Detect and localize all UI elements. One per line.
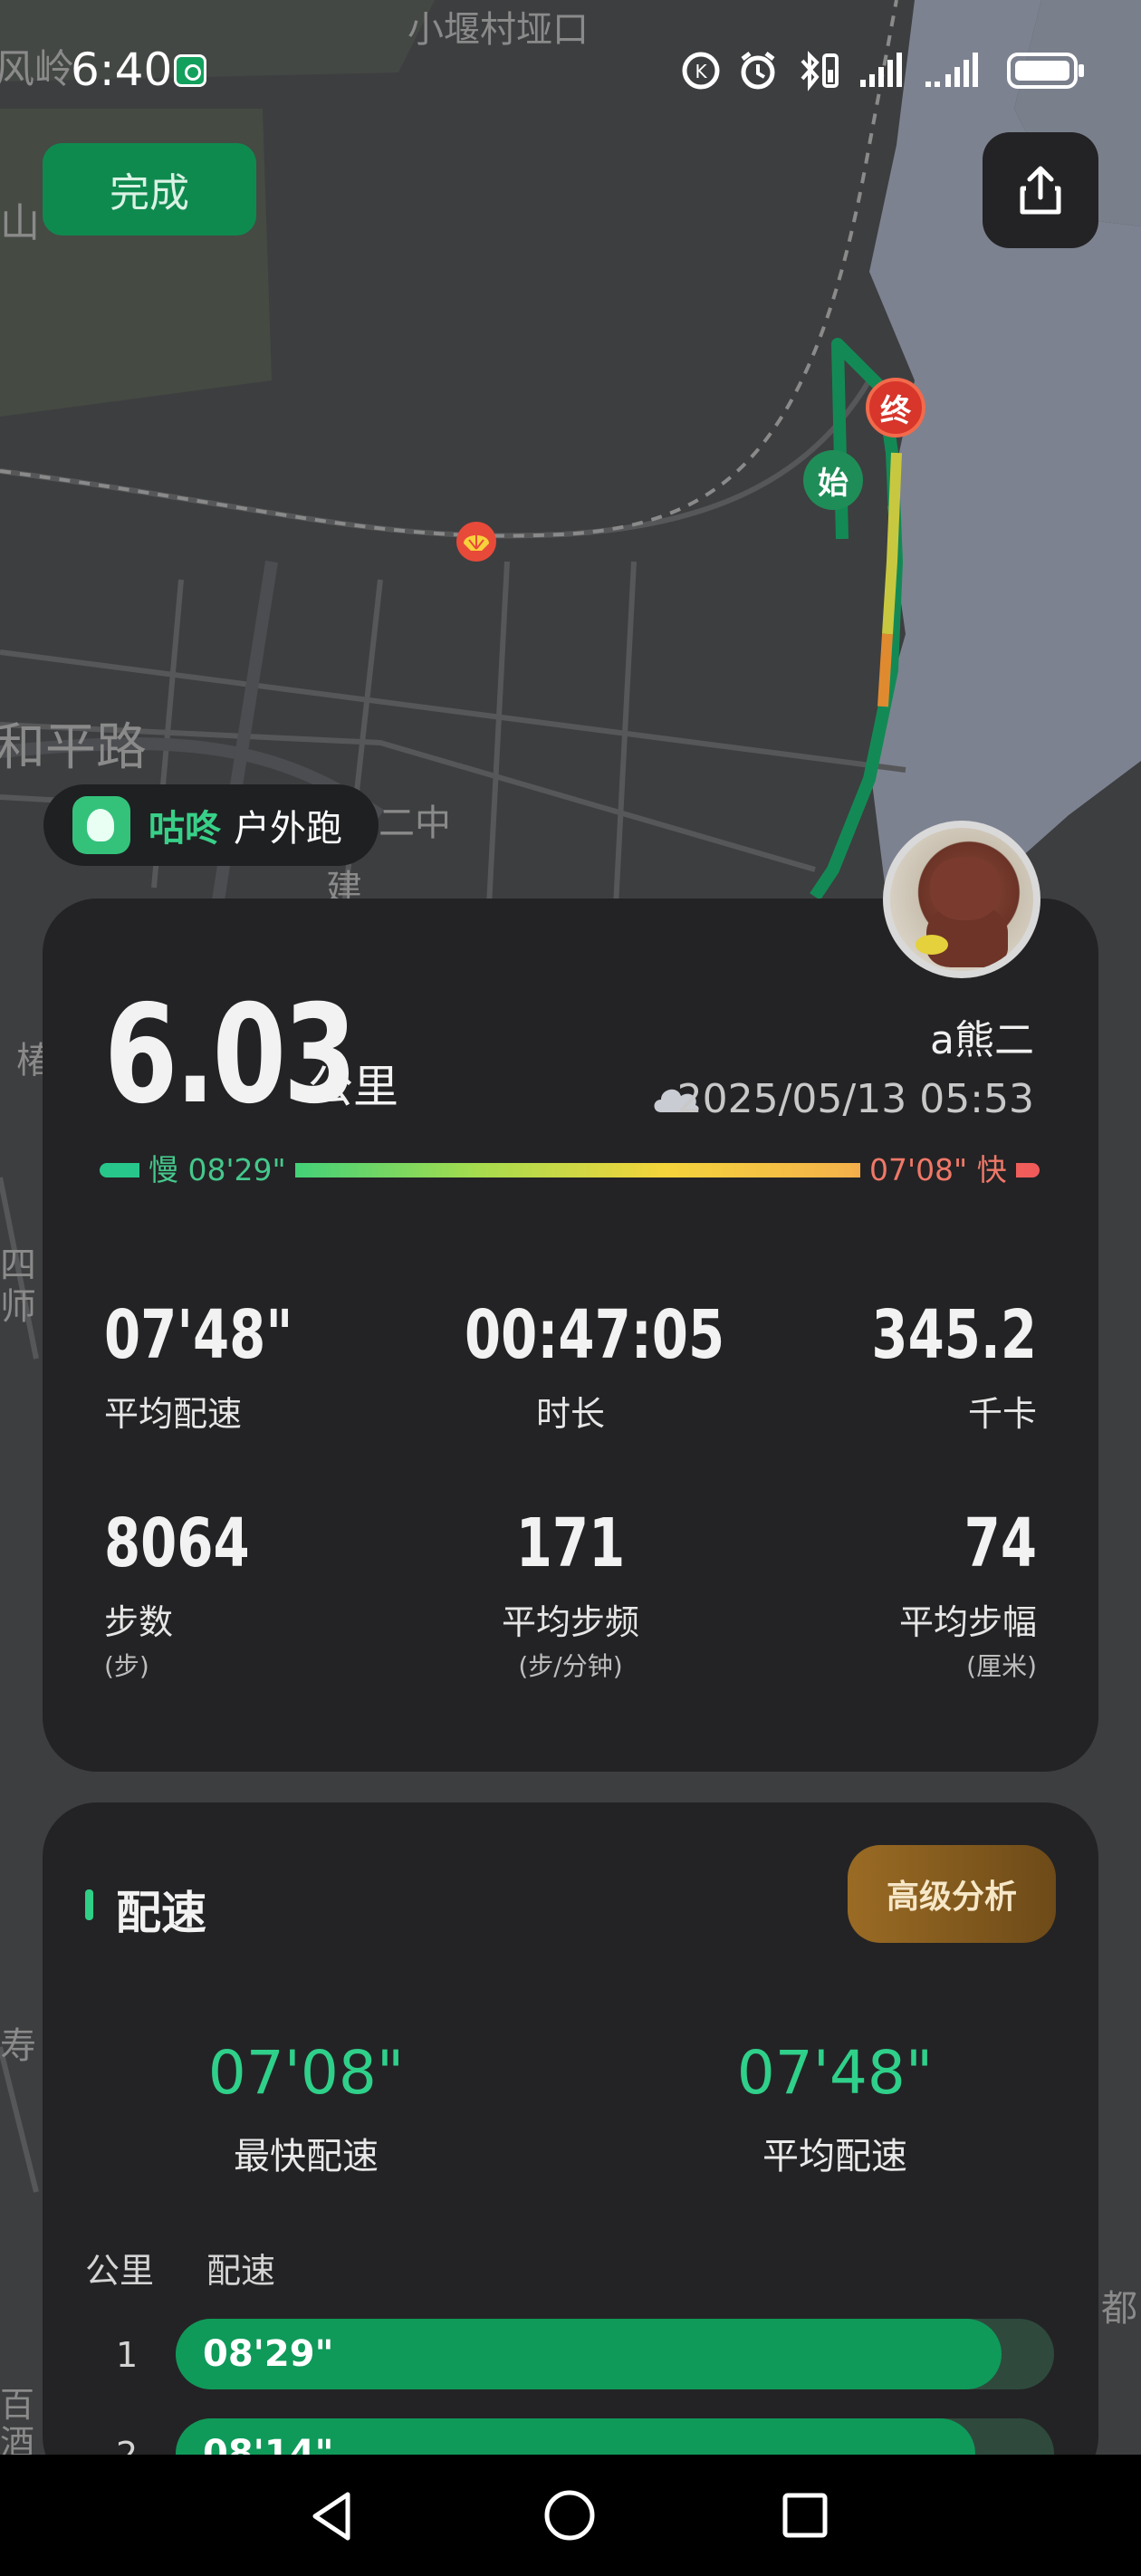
svg-text:K: K: [695, 61, 707, 82]
signal-1-icon: [860, 53, 902, 87]
route-start-marker[interactable]: 始: [803, 450, 863, 510]
navigation-bar: [0, 2455, 1141, 2576]
alarm-icon: [741, 52, 775, 90]
calories-value: 345.2: [871, 1296, 1037, 1374]
status-time: 6:40: [71, 43, 173, 96]
brand-pill: 咕咚 户外跑: [43, 784, 379, 866]
share-button[interactable]: [983, 132, 1098, 248]
map-label: 师: [0, 1286, 36, 1328]
stride-label: 平均步幅: [898, 1602, 1037, 1642]
cadence-label: 平均步频: [501, 1602, 639, 1642]
km-column-header: 公里: [85, 2251, 155, 2291]
status-bar: 6:40 K: [0, 0, 1141, 136]
cadence-value: 171: [515, 1504, 626, 1582]
home-nav-icon[interactable]: [542, 2487, 598, 2543]
section-accent-bar: [85, 1889, 93, 1920]
advanced-analysis-button[interactable]: 高级分析: [848, 1845, 1056, 1943]
split-km-index: 1: [116, 2335, 139, 2375]
route-end-marker[interactable]: 终: [866, 378, 925, 437]
app-notification-icon: [174, 54, 206, 87]
map-label: 和平路: [0, 718, 147, 777]
brand-name: 咕咚: [149, 808, 221, 850]
share-icon: [1020, 166, 1061, 215]
slowest-pace-label: 慢 08'29": [139, 1150, 295, 1190]
fastest-pace-value: 07'08": [207, 2038, 405, 2108]
stride-value: 74: [964, 1504, 1037, 1582]
username: a熊二: [930, 1017, 1034, 1063]
back-nav-icon[interactable]: [306, 2489, 357, 2543]
pace-section-title: 配速: [116, 1887, 206, 1939]
signal-2-icon: [925, 53, 978, 87]
stride-unit: (厘米): [966, 1651, 1037, 1681]
steps-value: 8064: [104, 1504, 250, 1582]
recents-nav-icon[interactable]: [781, 2491, 829, 2540]
average-pace-caption: 平均配速: [762, 2136, 907, 2177]
cadence-unit: (步/分钟): [518, 1651, 623, 1681]
avg-pace-label: 平均配速: [104, 1394, 243, 1434]
fastest-pace-label: 07'08" 快: [860, 1150, 1016, 1190]
fastest-pace-caption: 最快配速: [234, 2136, 379, 2177]
done-button[interactable]: 完成: [43, 143, 256, 235]
calories-label: 千卡: [967, 1394, 1037, 1434]
average-pace-value: 07'48": [736, 2038, 934, 2108]
bluetooth-icon: [801, 51, 839, 91]
activity-type: 户外跑: [234, 808, 342, 850]
avg-pace-value: 07'48": [104, 1296, 293, 1374]
pace-column-header: 配速: [206, 2251, 276, 2291]
map-label: 山: [0, 200, 40, 246]
duration-label: 时长: [535, 1394, 605, 1434]
steps-unit: (步): [104, 1651, 149, 1681]
data-speed-icon: K: [682, 52, 720, 90]
run-date: 2025/05/13 05:53: [676, 1076, 1034, 1122]
map-label: 寿: [0, 2025, 36, 2067]
map-label: 酒: [0, 2423, 35, 2455]
distance-unit: 公里: [308, 1061, 398, 1113]
avatar[interactable]: [883, 821, 1040, 978]
map-label: 二中: [379, 803, 451, 844]
codoon-logo-icon: [72, 796, 130, 854]
steps-label: 步数: [104, 1602, 174, 1642]
gas-station-icon[interactable]: [455, 520, 498, 563]
duration-value: 00:47:05: [465, 1296, 725, 1374]
split-pace-label: 08'29": [203, 2333, 334, 2375]
battery-icon: [1007, 53, 1084, 89]
map-label: 都: [1101, 2288, 1137, 2330]
split-row: 08'29": [176, 2319, 1054, 2389]
